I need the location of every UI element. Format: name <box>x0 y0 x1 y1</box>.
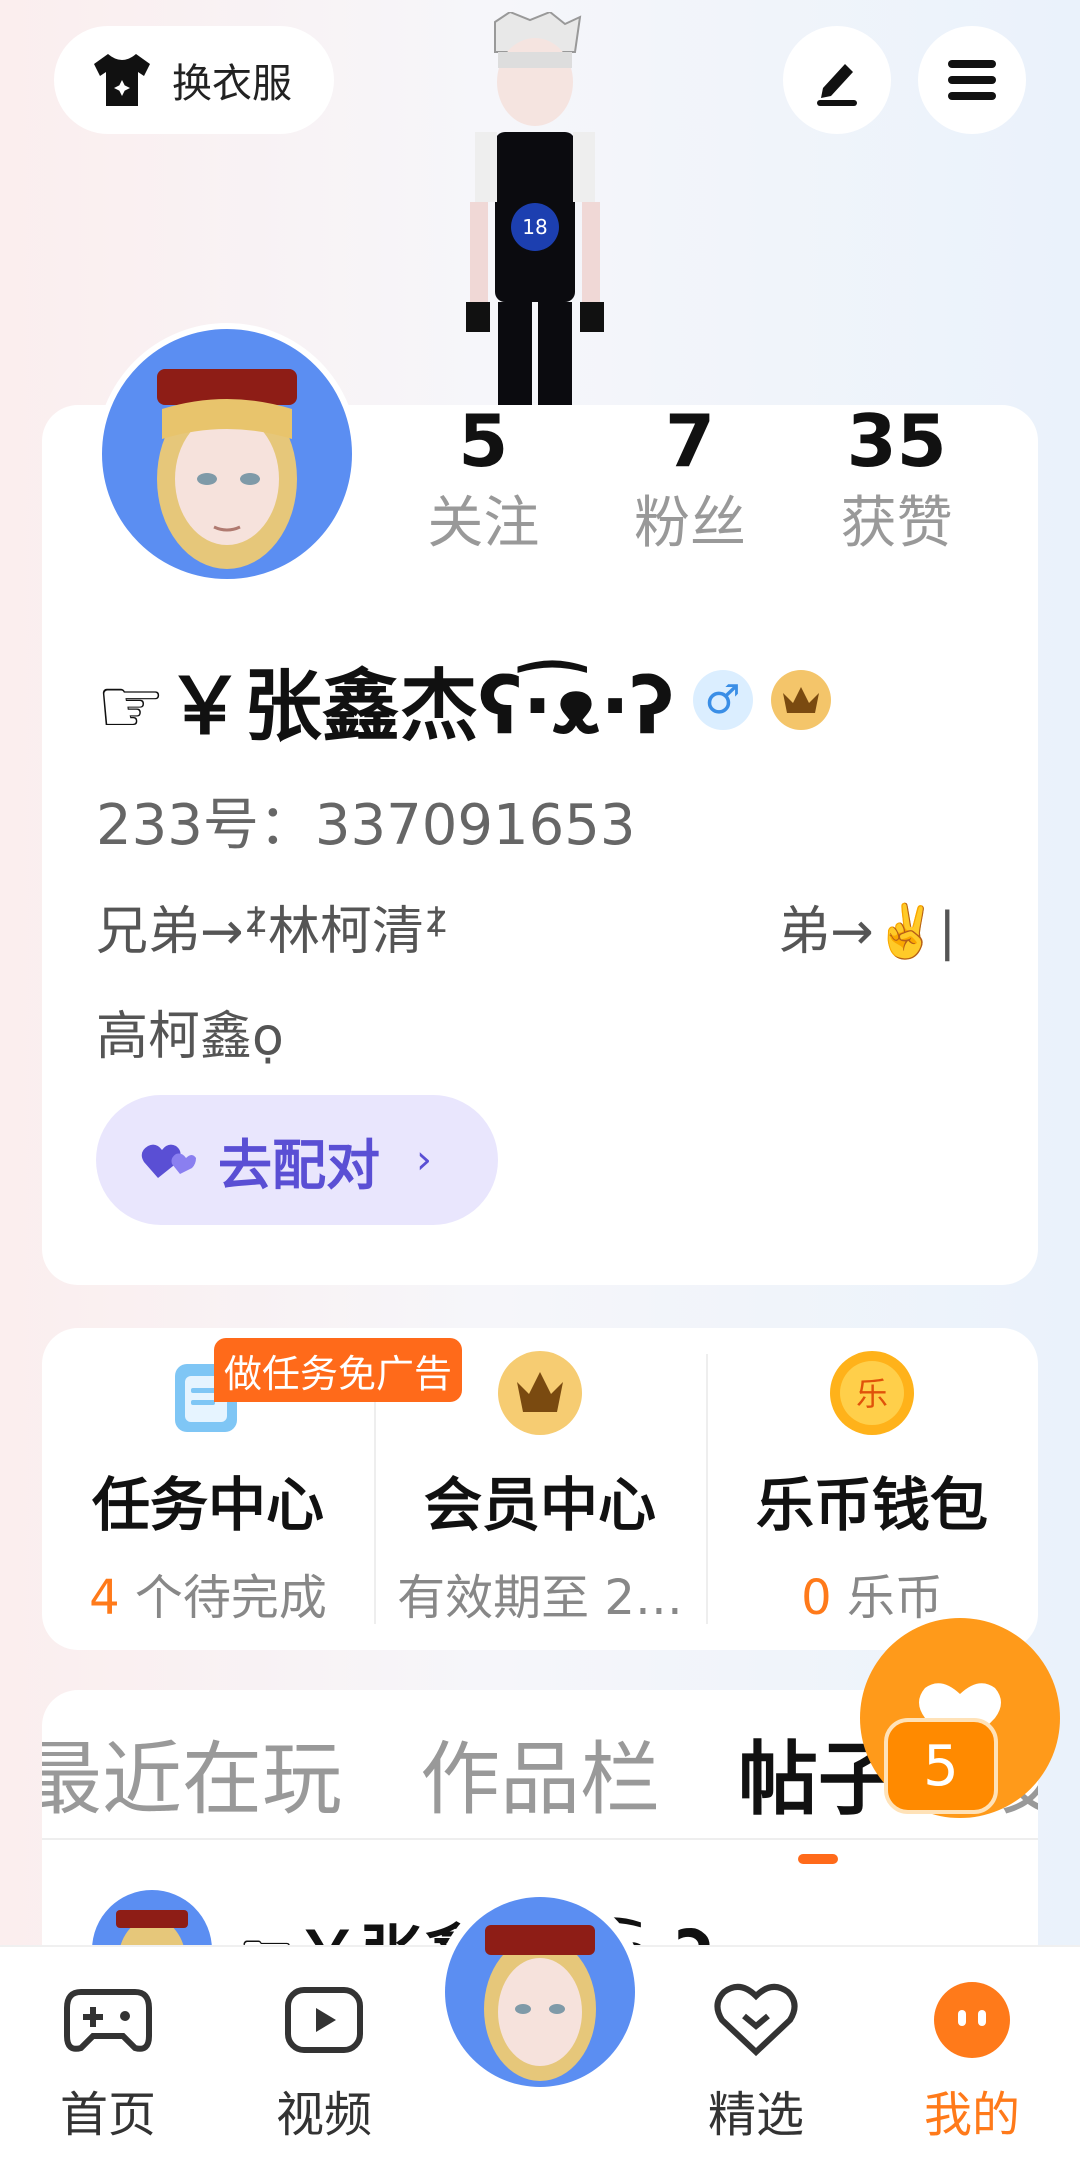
smiley-icon <box>934 1982 1010 2058</box>
gender-male-icon: ♂ <box>692 670 753 730</box>
coin-text: 乐币 <box>831 1570 943 1626</box>
svg-text:18: 18 <box>522 215 547 239</box>
nav-video[interactable]: 视频 <box>216 1947 432 2173</box>
pair-label: 去配对 <box>218 1133 380 1197</box>
tab-recent-played[interactable]: 最近在玩 <box>42 1720 342 1840</box>
vip-crown-icon[interactable] <box>770 670 831 730</box>
profile-stats: 5 关注 7 粉丝 35 获赞 <box>380 400 1000 580</box>
stat-value: 7 <box>664 399 716 483</box>
service-subtitle: 4 个待完成 <box>42 1558 374 1628</box>
pending-text: 个待完成 <box>119 1570 327 1626</box>
chevron-right-icon: › <box>416 1137 432 1183</box>
bio: 兄弟→ᙇ林柯清ᙇ 弟→✌️| 高柯鑫ọ <box>96 880 956 1090</box>
user-id[interactable]: 233号：337091653 <box>96 780 636 861</box>
coin-count: 0 <box>801 1570 832 1626</box>
play-icon <box>285 1987 363 2053</box>
divider <box>42 1838 1038 1840</box>
stat-label: 粉丝 <box>634 491 746 556</box>
nav-label: 首页 <box>59 2087 156 2143</box>
nav-center[interactable] <box>432 1887 648 2173</box>
center-avatar[interactable] <box>435 1887 645 2097</box>
stat-label: 获赞 <box>840 491 953 556</box>
pair-button[interactable]: 去配对 › <box>96 1095 498 1225</box>
bio-line1-left: 兄弟→ᙇ林柯清ᙇ <box>96 902 449 962</box>
service-title: 会员中心 <box>423 1471 656 1539</box>
crown-icon <box>498 1351 582 1435</box>
task-promo-tag: 做任务免广告 <box>214 1338 463 1402</box>
nav-mine[interactable]: 我的 <box>864 1947 1080 2173</box>
avatar[interactable] <box>96 323 358 585</box>
name-row: ☞￥张鑫杰ʕ·͡ᴥ·ʔ ♂ <box>96 650 831 752</box>
dress-up-label: 换衣服 <box>172 61 292 107</box>
services-card: 任务中心 4 个待完成 会员中心 有效期至 2… 乐 乐币钱包 0 乐币 做任务… <box>42 1328 1038 1650</box>
service-title: 乐币钱包 <box>755 1471 988 1539</box>
edit-button[interactable] <box>783 26 891 134</box>
menu-button[interactable] <box>918 26 1026 134</box>
nav-label: 精选 <box>707 2087 804 2143</box>
stat-following[interactable]: 5 关注 <box>380 400 587 580</box>
stat-label: 关注 <box>427 491 540 556</box>
bottom-nav: 首页 视频 精选 我的 <box>0 1887 1080 2173</box>
shirt-icon <box>94 54 150 106</box>
coin-wallet[interactable]: 乐 乐币钱包 0 乐币 <box>706 1328 1038 1650</box>
coin-icon: 乐 <box>830 1351 914 1435</box>
dress-up-button[interactable]: 换衣服 <box>54 26 334 134</box>
service-title: 任务中心 <box>91 1471 324 1539</box>
pen-icon <box>817 64 857 106</box>
tab-works[interactable]: 作品栏 <box>420 1720 660 1840</box>
bio-line1-right: 弟→✌️| <box>778 902 956 962</box>
stat-likes[interactable]: 35 获赞 <box>793 400 1000 580</box>
hamburger-icon <box>948 60 996 100</box>
service-subtitle: 有效期至 2… <box>397 1570 683 1626</box>
stat-value: 5 <box>458 399 509 483</box>
user-name: ☞￥张鑫杰ʕ·͡ᴥ·ʔ <box>96 662 675 752</box>
gamepad-icon <box>64 1989 152 2052</box>
character-figure[interactable]: 18 <box>440 10 630 407</box>
stat-value: 35 <box>846 399 947 483</box>
nav-label: 视频 <box>275 2087 372 2143</box>
nav-featured[interactable]: 精选 <box>648 1947 864 2173</box>
bio-line2: 高柯鑫ọ <box>96 1007 284 1067</box>
stat-followers[interactable]: 7 粉丝 <box>587 400 794 580</box>
like-count-badge: 5 <box>884 1718 998 1814</box>
nav-home[interactable]: 首页 <box>0 1947 216 2173</box>
heart-badge-icon <box>714 1983 798 2057</box>
coin-icon-char: 乐 <box>856 1375 888 1413</box>
service-subtitle: 0 乐币 <box>706 1558 1038 1628</box>
nav-label: 我的 <box>923 2087 1020 2143</box>
hearts-icon <box>141 1144 196 1178</box>
pending-count: 4 <box>89 1570 120 1626</box>
